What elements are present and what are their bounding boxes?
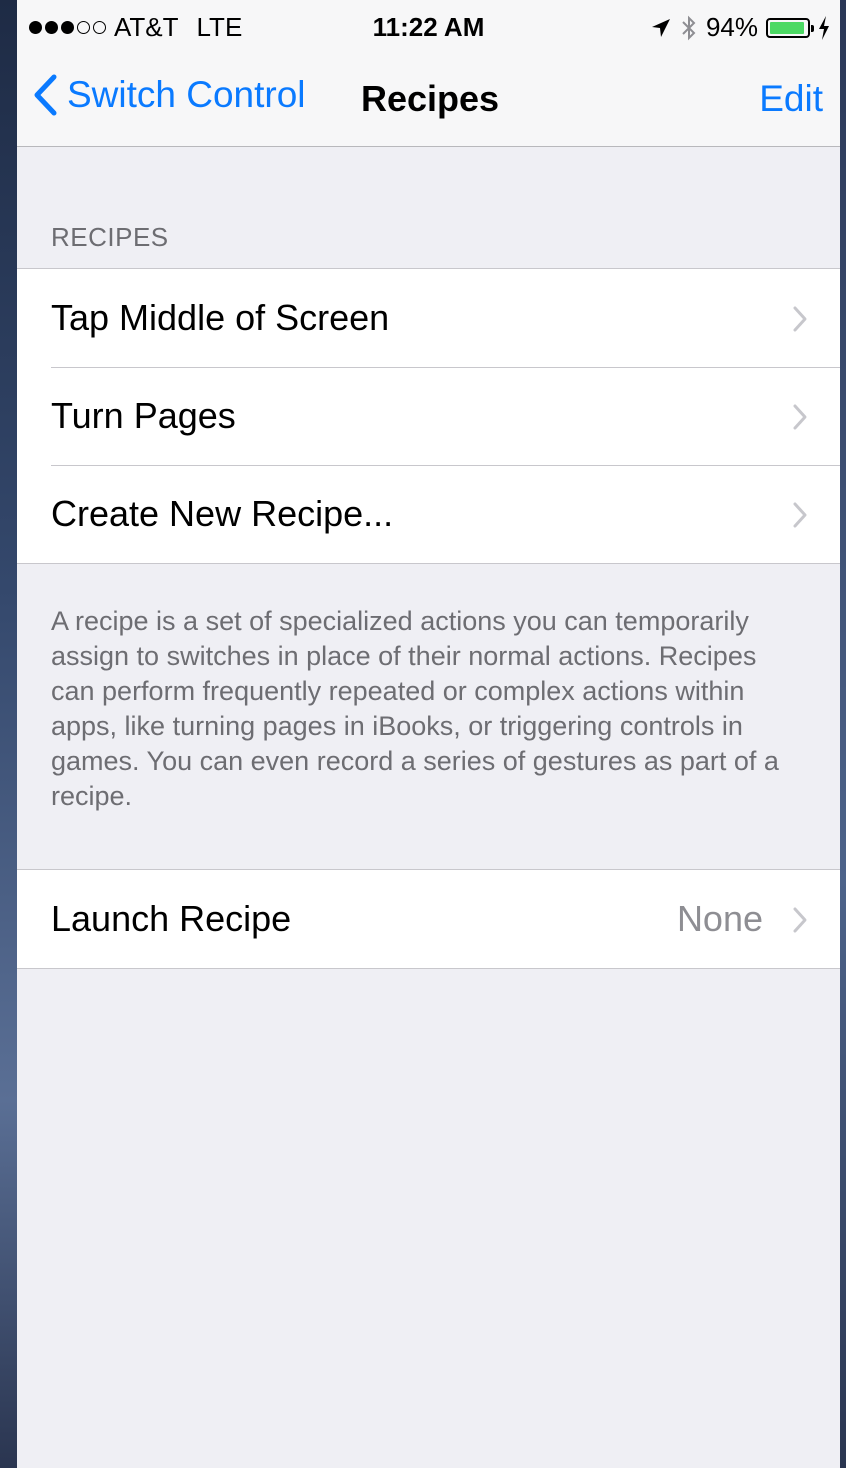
list-item-create-new-recipe[interactable]: Create New Recipe... [17,465,840,563]
list-item-turn-pages[interactable]: Turn Pages [17,367,840,465]
battery-tip [811,24,814,32]
section-footer-description: A recipe is a set of specialized actions… [51,606,779,811]
background-left-edge [0,0,18,1468]
launch-recipe-group: Launch Recipe None [17,869,840,969]
battery-level-fill [770,21,804,34]
chevron-left-icon [34,74,57,116]
background-right-edge [840,0,846,1468]
back-button-label: Switch Control [67,74,306,115]
battery-icon [766,17,814,38]
list-item-label: Create New Recipe... [51,493,394,534]
recipes-list: Tap Middle of Screen Turn Pages Create N… [17,268,840,564]
bluetooth-icon [682,15,696,40]
edit-button[interactable]: Edit [759,78,823,120]
status-right: 94% [650,12,830,43]
chevron-right-icon [793,502,807,528]
list-item-tap-middle-of-screen[interactable]: Tap Middle of Screen [17,269,840,367]
list-item-label: Turn Pages [51,395,236,436]
page-title: Recipes [361,78,500,119]
chevron-right-icon [793,404,807,430]
back-button[interactable]: Switch Control [33,74,306,116]
battery-percentage: 94% [705,12,758,42]
section-header-recipes: RECIPES [51,222,169,252]
launch-recipe-value: None [676,898,763,939]
navigation-bar: Switch Control Recipes Edit [17,56,840,147]
launch-recipe-row[interactable]: Launch Recipe None [17,870,840,968]
launch-recipe-label: Launch Recipe [51,898,292,939]
list-item-label: Tap Middle of Screen [51,297,390,338]
status-bar: AT&T LTE 11:22 AM 94% [17,0,840,56]
location-arrow-icon [651,18,670,37]
chevron-right-icon [793,306,807,332]
chevron-right-icon [793,907,807,933]
charging-bolt-icon [819,15,829,40]
phone-screen: AT&T LTE 11:22 AM 94% Switch Control Rec… [17,0,840,1468]
